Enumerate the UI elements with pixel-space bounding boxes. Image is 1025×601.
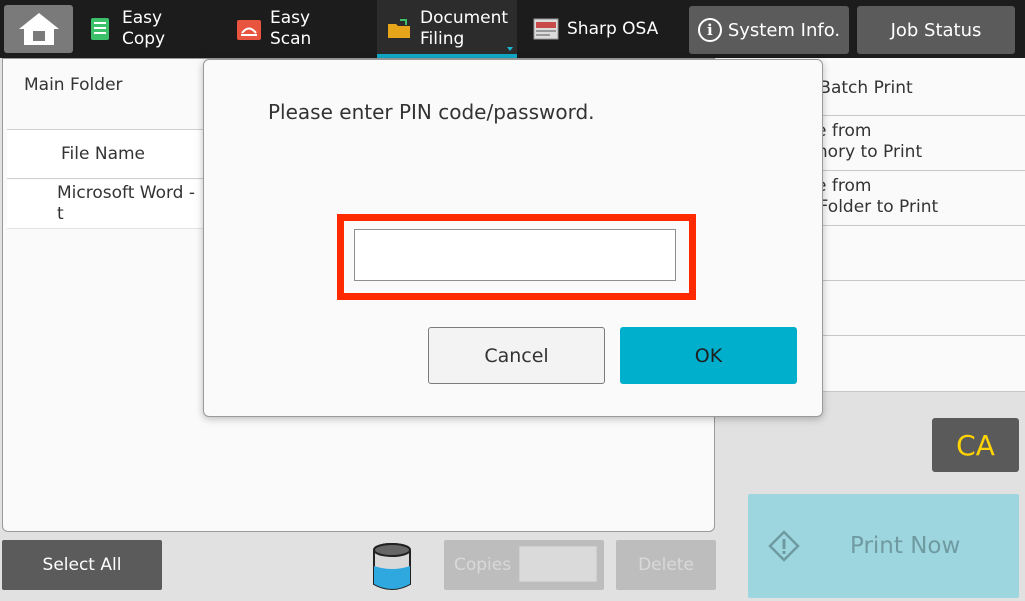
pin-dialog: Please enter PIN code/password. Cancel O…	[203, 59, 823, 417]
delete-button[interactable]: Delete	[616, 540, 716, 590]
copies-button[interactable]: Copies	[444, 540, 604, 590]
select-all-button[interactable]: Select All	[2, 540, 162, 590]
tab-sharp-osa[interactable]: Sharp OSA	[533, 0, 673, 58]
tab-easy-copy[interactable]: Easy Copy	[88, 0, 208, 58]
clear-all-button[interactable]: CA	[932, 418, 1019, 472]
tab-easy-copy-line1: Easy	[122, 8, 163, 28]
sharp-osa-icon	[533, 18, 559, 40]
cancel-button[interactable]: Cancel	[428, 327, 605, 384]
easy-copy-icon	[91, 18, 109, 40]
home-button[interactable]	[4, 5, 73, 53]
tab-document-filing-line1: Document	[420, 8, 509, 28]
ok-button[interactable]: OK	[620, 327, 797, 384]
tab-document-filing-line2: Filing	[420, 29, 465, 49]
job-status-button[interactable]: Job Status	[857, 6, 1015, 54]
print-now-label: Print Now	[850, 533, 961, 559]
copies-count-field	[519, 546, 597, 582]
system-info-label: System Info.	[727, 19, 841, 41]
tab-easy-scan-line1: Easy	[270, 8, 311, 28]
easy-scan-icon	[237, 20, 261, 40]
info-icon: i	[697, 18, 722, 42]
document-filing-icon	[388, 19, 410, 38]
dialog-message: Please enter PIN code/password.	[268, 100, 595, 124]
tab-document-filing[interactable]: Document Filing	[377, 0, 517, 58]
tab-easy-copy-line2: Copy	[122, 29, 166, 49]
start-diamond-icon	[768, 530, 800, 562]
top-navigation-bar: Easy Copy Easy Scan Document Filing Shar…	[0, 0, 1025, 58]
copies-label: Copies	[454, 555, 512, 575]
home-icon	[18, 13, 59, 45]
storage-capacity-icon	[373, 543, 411, 590]
tab-sharp-osa-label: Sharp OSA	[567, 18, 659, 39]
tab-easy-scan[interactable]: Easy Scan	[236, 0, 356, 58]
tab-easy-scan-line2: Scan	[270, 29, 312, 49]
system-info-button[interactable]: i System Info.	[689, 6, 849, 54]
column-header-label: File Name	[61, 144, 146, 164]
folder-name: Main Folder	[24, 75, 123, 95]
pin-input[interactable]	[354, 229, 676, 281]
file-name-cell: Microsoft Word - t	[57, 183, 196, 224]
dropdown-indicator-icon	[507, 47, 513, 51]
print-now-button[interactable]: Print Now	[748, 494, 1019, 598]
job-status-label: Job Status	[890, 19, 982, 41]
